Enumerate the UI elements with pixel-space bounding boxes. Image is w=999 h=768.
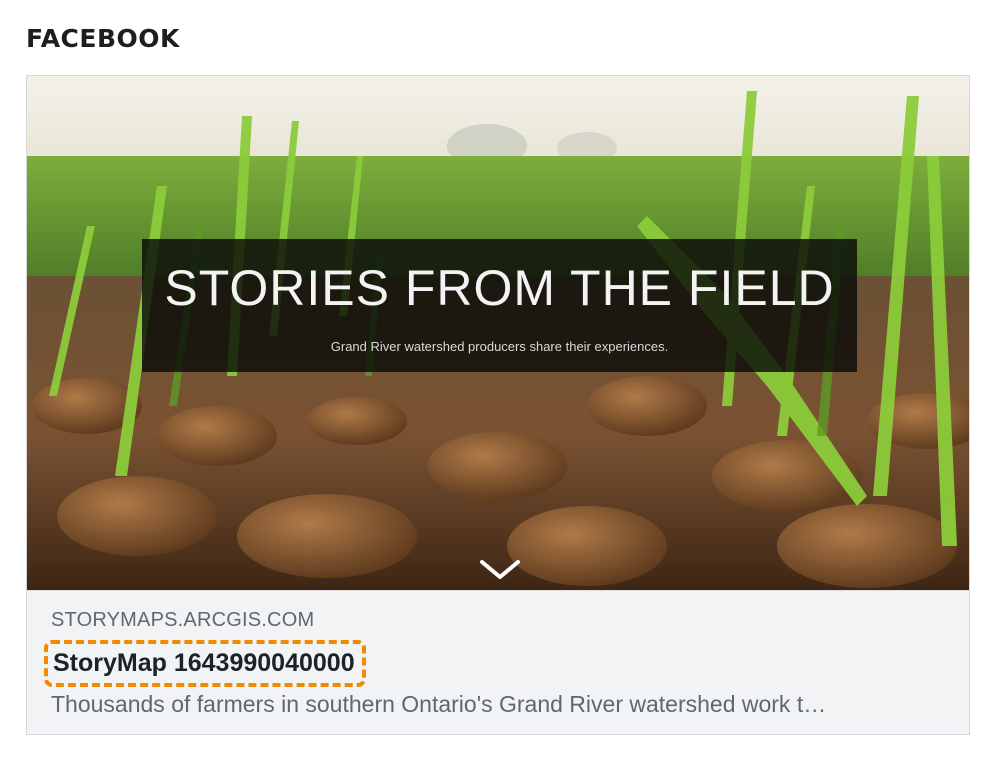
hero-title: STORIES FROM THE FIELD: [164, 260, 835, 316]
hero-banner: STORIES FROM THE FIELD Grand River water…: [142, 239, 857, 372]
link-headline[interactable]: StoryMap 1643990040000: [44, 640, 366, 687]
preview-meta[interactable]: STORYMAPS.ARCGIS.COM StoryMap 1643990040…: [27, 590, 969, 734]
chevron-down-icon[interactable]: [478, 558, 522, 582]
link-preview-card[interactable]: STORIES FROM THE FIELD Grand River water…: [26, 75, 970, 735]
link-domain: STORYMAPS.ARCGIS.COM: [51, 609, 315, 631]
hero-subtitle: Grand River watershed producers share th…: [330, 339, 669, 354]
section-title: FACEBOOK: [26, 24, 180, 53]
link-description: Thousands of farmers in southern Ontario…: [51, 691, 827, 717]
preview-image[interactable]: STORIES FROM THE FIELD Grand River water…: [27, 76, 969, 590]
